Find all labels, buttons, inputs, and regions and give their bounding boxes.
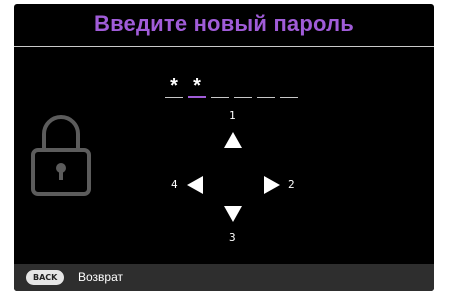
key-label-left: 4 (171, 178, 178, 191)
key-label-right: 2 (288, 178, 295, 191)
back-button[interactable]: BACK (26, 270, 65, 285)
slot-underline (280, 97, 298, 98)
key-label-up: 1 (229, 109, 236, 122)
arrow-left-icon[interactable] (187, 176, 203, 194)
dialog-title: Введите новый пароль (94, 11, 354, 36)
slot-underline-active (188, 96, 206, 98)
arrow-down-icon[interactable] (224, 206, 242, 222)
password-slots: * * (165, 75, 305, 98)
password-slot-2: * (188, 75, 206, 98)
slot-underline (257, 97, 275, 98)
arrow-right-icon[interactable] (264, 176, 280, 194)
arrow-up-icon[interactable] (224, 132, 242, 148)
password-dialog: Введите новый пароль * * 1 4 2 3 BACK Во… (14, 4, 434, 291)
key-label-down: 3 (229, 231, 236, 244)
password-slot-4 (234, 78, 252, 98)
password-char: * (170, 75, 178, 97)
back-label: Возврат (78, 270, 123, 284)
footer-bar: BACK Возврат (14, 264, 434, 291)
password-slot-1: * (165, 75, 183, 98)
password-slot-3 (211, 78, 229, 98)
password-slot-5 (257, 78, 275, 98)
slot-underline (211, 97, 229, 98)
password-char: * (193, 75, 201, 97)
password-slot-6 (280, 78, 298, 98)
title-bar: Введите новый пароль (14, 4, 434, 47)
lock-icon (31, 115, 91, 196)
slot-underline (165, 97, 183, 98)
slot-underline (234, 97, 252, 98)
